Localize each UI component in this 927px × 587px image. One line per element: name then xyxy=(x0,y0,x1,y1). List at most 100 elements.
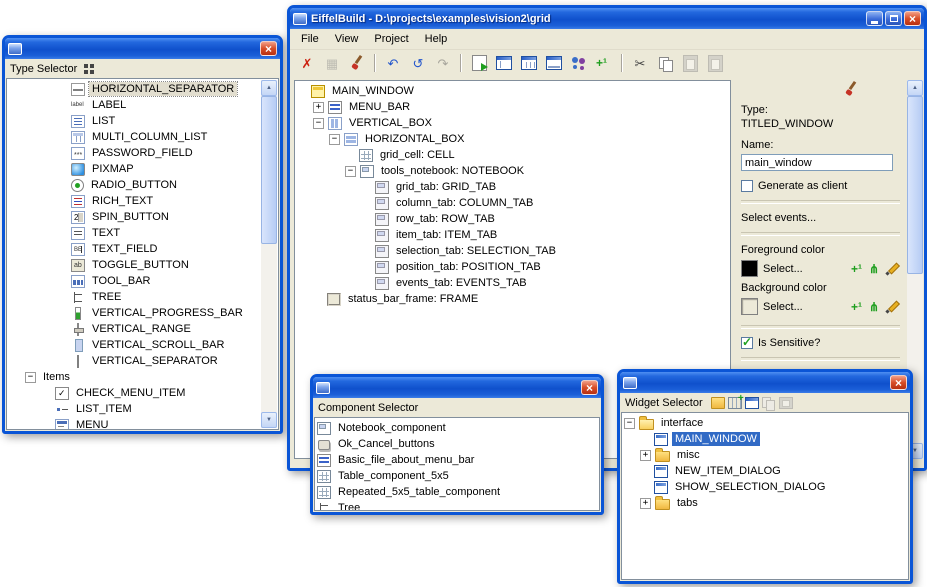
tree-item-label[interactable]: VERTICAL_PROGRESS_BAR xyxy=(89,306,246,320)
tree-item-events-tab-events-tab[interactable]: events_tab: EVENTS_TAB xyxy=(297,275,728,291)
tree-item-position-tab-position-tab[interactable]: position_tab: POSITION_TAB xyxy=(297,259,728,275)
title-bar[interactable] xyxy=(313,377,601,398)
foreground-plus-one-button[interactable] xyxy=(851,262,867,276)
title-bar[interactable] xyxy=(620,372,910,393)
copy-button[interactable] xyxy=(653,52,677,74)
brush-icon[interactable] xyxy=(843,81,859,97)
tree-item-list[interactable]: LIST xyxy=(9,113,276,129)
tree-item-rich-text[interactable]: RICH_TEXT xyxy=(9,193,276,209)
tree-item-label[interactable]: position_tab: POSITION_TAB xyxy=(393,260,544,274)
checkbox-icon[interactable] xyxy=(741,180,753,192)
tree-item-label[interactable]: VERTICAL_BOX xyxy=(346,116,435,130)
tree-item-misc[interactable]: misc xyxy=(624,447,906,463)
tree-item-text-field[interactable]: TEXT_FIELD xyxy=(9,241,276,257)
minimize-button[interactable] xyxy=(866,11,883,26)
tree-item-label[interactable]: MAIN_WINDOW xyxy=(329,84,417,98)
scroll-up-button[interactable] xyxy=(907,80,923,96)
tree-item-label[interactable]: TREE xyxy=(89,290,124,304)
tree-item-label[interactable]: grid_cell: CELL xyxy=(377,148,458,162)
show-window-icon[interactable] xyxy=(745,397,759,409)
tree-item-interface[interactable]: interface xyxy=(624,415,906,431)
paste-special-button[interactable] xyxy=(703,52,727,74)
tree-item-label[interactable]: status_bar_frame: FRAME xyxy=(345,292,481,306)
menu-help[interactable]: Help xyxy=(417,31,456,47)
add-widget-icon[interactable] xyxy=(728,397,742,409)
tree-item-label[interactable]: selection_tab: SELECTION_TAB xyxy=(393,244,559,258)
tree-item-row-tab-row-tab[interactable]: row_tab: ROW_TAB xyxy=(297,211,728,227)
delete-button[interactable]: ✗ xyxy=(295,52,319,74)
tree-item-spin-button[interactable]: SPIN_BUTTON xyxy=(9,209,276,225)
tree-item-label[interactable]: Tree xyxy=(335,501,363,511)
tree-item-label[interactable]: Items xyxy=(40,370,73,384)
tree-item-label[interactable]: MAIN_WINDOW xyxy=(672,432,760,446)
redo-button[interactable]: ↷ xyxy=(431,52,455,74)
tree-item-password-field[interactable]: PASSWORD_FIELD xyxy=(9,145,276,161)
expand-icon[interactable] xyxy=(640,450,651,461)
tree-item-tabs[interactable]: tabs xyxy=(624,495,906,511)
tree-item-label[interactable]: MULTI_COLUMN_LIST xyxy=(89,130,210,144)
tree-item-status-bar-frame-frame[interactable]: status_bar_frame: FRAME xyxy=(297,291,728,307)
tree-item-tree[interactable]: Tree xyxy=(317,500,597,511)
tree-item-label[interactable]: LIST xyxy=(89,114,118,128)
tree-item-label[interactable]: CHECK_MENU_ITEM xyxy=(73,386,188,400)
tree-item-toggle-button[interactable]: TOGGLE_BUTTON xyxy=(9,257,276,273)
tree-item-label[interactable]: LABEL xyxy=(9,97,276,113)
is-sensitive-checkbox[interactable]: Is Sensitive? xyxy=(741,337,900,349)
tree-item-text[interactable]: TEXT xyxy=(9,225,276,241)
foreground-pencil-button[interactable] xyxy=(885,261,900,276)
tree-item-label[interactable]: HORIZONTAL_SEPARATOR xyxy=(89,82,237,96)
background-fork-button[interactable] xyxy=(869,300,883,314)
tree-item-table-component-5x5[interactable]: Table_component_5x5 xyxy=(317,468,597,484)
tree-item-label[interactable]: grid_tab: GRID_TAB xyxy=(393,180,499,194)
foreground-fork-button[interactable] xyxy=(869,262,883,276)
tree-item-column-tab-column-tab[interactable]: column_tab: COLUMN_TAB xyxy=(297,195,728,211)
tree-item-label[interactable]: TEXT xyxy=(89,226,123,240)
tree-item-label[interactable]: MENU xyxy=(73,418,111,430)
tree-item-label[interactable]: PIXMAP xyxy=(89,162,137,176)
tree-item-list-item[interactable]: LIST_ITEM xyxy=(9,401,276,417)
type-selector-scrollbar[interactable] xyxy=(261,80,277,428)
show-component-selector-button[interactable] xyxy=(517,52,541,74)
tree-item-label[interactable]: LABEL xyxy=(89,98,129,112)
tree-item-vertical-range[interactable]: VERTICAL_RANGE xyxy=(9,321,276,337)
close-button[interactable] xyxy=(904,11,921,26)
collapse-icon[interactable] xyxy=(345,166,356,177)
menu-file[interactable]: File xyxy=(293,31,327,47)
name-input[interactable] xyxy=(741,154,893,171)
tree-item-label[interactable]: LIST_ITEM xyxy=(73,402,135,416)
tree-item-repeated-5x5-table-component[interactable]: Repeated_5x5_table_component xyxy=(317,484,597,500)
scrollbar-track[interactable] xyxy=(261,96,277,412)
plus-one-button[interactable] xyxy=(592,52,616,74)
tree-item-label[interactable]: misc xyxy=(674,448,703,462)
paste-icon[interactable] xyxy=(779,397,793,409)
tree-item-pixmap[interactable]: PIXMAP xyxy=(9,161,276,177)
tree-item-vertical-separator[interactable]: VERTICAL_SEPARATOR xyxy=(9,353,276,369)
tree-item-menu-bar[interactable]: MENU_BAR xyxy=(297,99,728,115)
tree-item-label[interactable]: tools_notebook: NOTEBOOK xyxy=(378,164,527,178)
tree-item-label[interactable]: Basic_file_about_menu_bar xyxy=(335,453,477,467)
tree-item-label[interactable]: TEXT_FIELD xyxy=(89,242,160,256)
scrollbar-thumb[interactable] xyxy=(261,96,277,244)
tree-item-label[interactable]: Table_component_5x5 xyxy=(335,469,452,483)
tree-item-vertical-box[interactable]: VERTICAL_BOX xyxy=(297,115,728,131)
collapse-icon[interactable] xyxy=(313,118,324,129)
tree-item-horizontal-separator[interactable]: HORIZONTAL_SEPARATOR xyxy=(9,81,276,97)
cut-button[interactable]: ✂ xyxy=(628,52,652,74)
tree-item-label[interactable]: PASSWORD_FIELD xyxy=(89,146,196,160)
scrollbar-thumb[interactable] xyxy=(907,96,923,274)
select-events-button[interactable]: Select events... xyxy=(741,212,900,224)
tree-item-label[interactable]: VERTICAL_SEPARATOR xyxy=(89,354,221,368)
foreground-swatch[interactable] xyxy=(741,260,758,277)
tree-item-label[interactable]: row_tab: ROW_TAB xyxy=(393,212,498,226)
checkbox-checked-icon[interactable] xyxy=(741,337,753,349)
tree-item-menu[interactable]: MENU xyxy=(9,417,276,430)
undo-button[interactable]: ↶ xyxy=(381,52,405,74)
tree-item-label[interactable]: VERTICAL_RANGE xyxy=(89,322,194,336)
generate-as-client-checkbox[interactable]: Generate as client xyxy=(741,180,900,192)
tree-item-label[interactable]: RICH_TEXT xyxy=(89,194,156,208)
background-swatch[interactable] xyxy=(741,298,758,315)
tree-item-item-tab-item-tab[interactable]: item_tab: ITEM_TAB xyxy=(297,227,728,243)
tree-item-tool-bar[interactable]: TOOL_BAR xyxy=(9,273,276,289)
tree-item-grid-cell-cell[interactable]: grid_cell: CELL xyxy=(297,147,728,163)
tree-item-label[interactable]: column_tab: COLUMN_TAB xyxy=(393,196,536,210)
